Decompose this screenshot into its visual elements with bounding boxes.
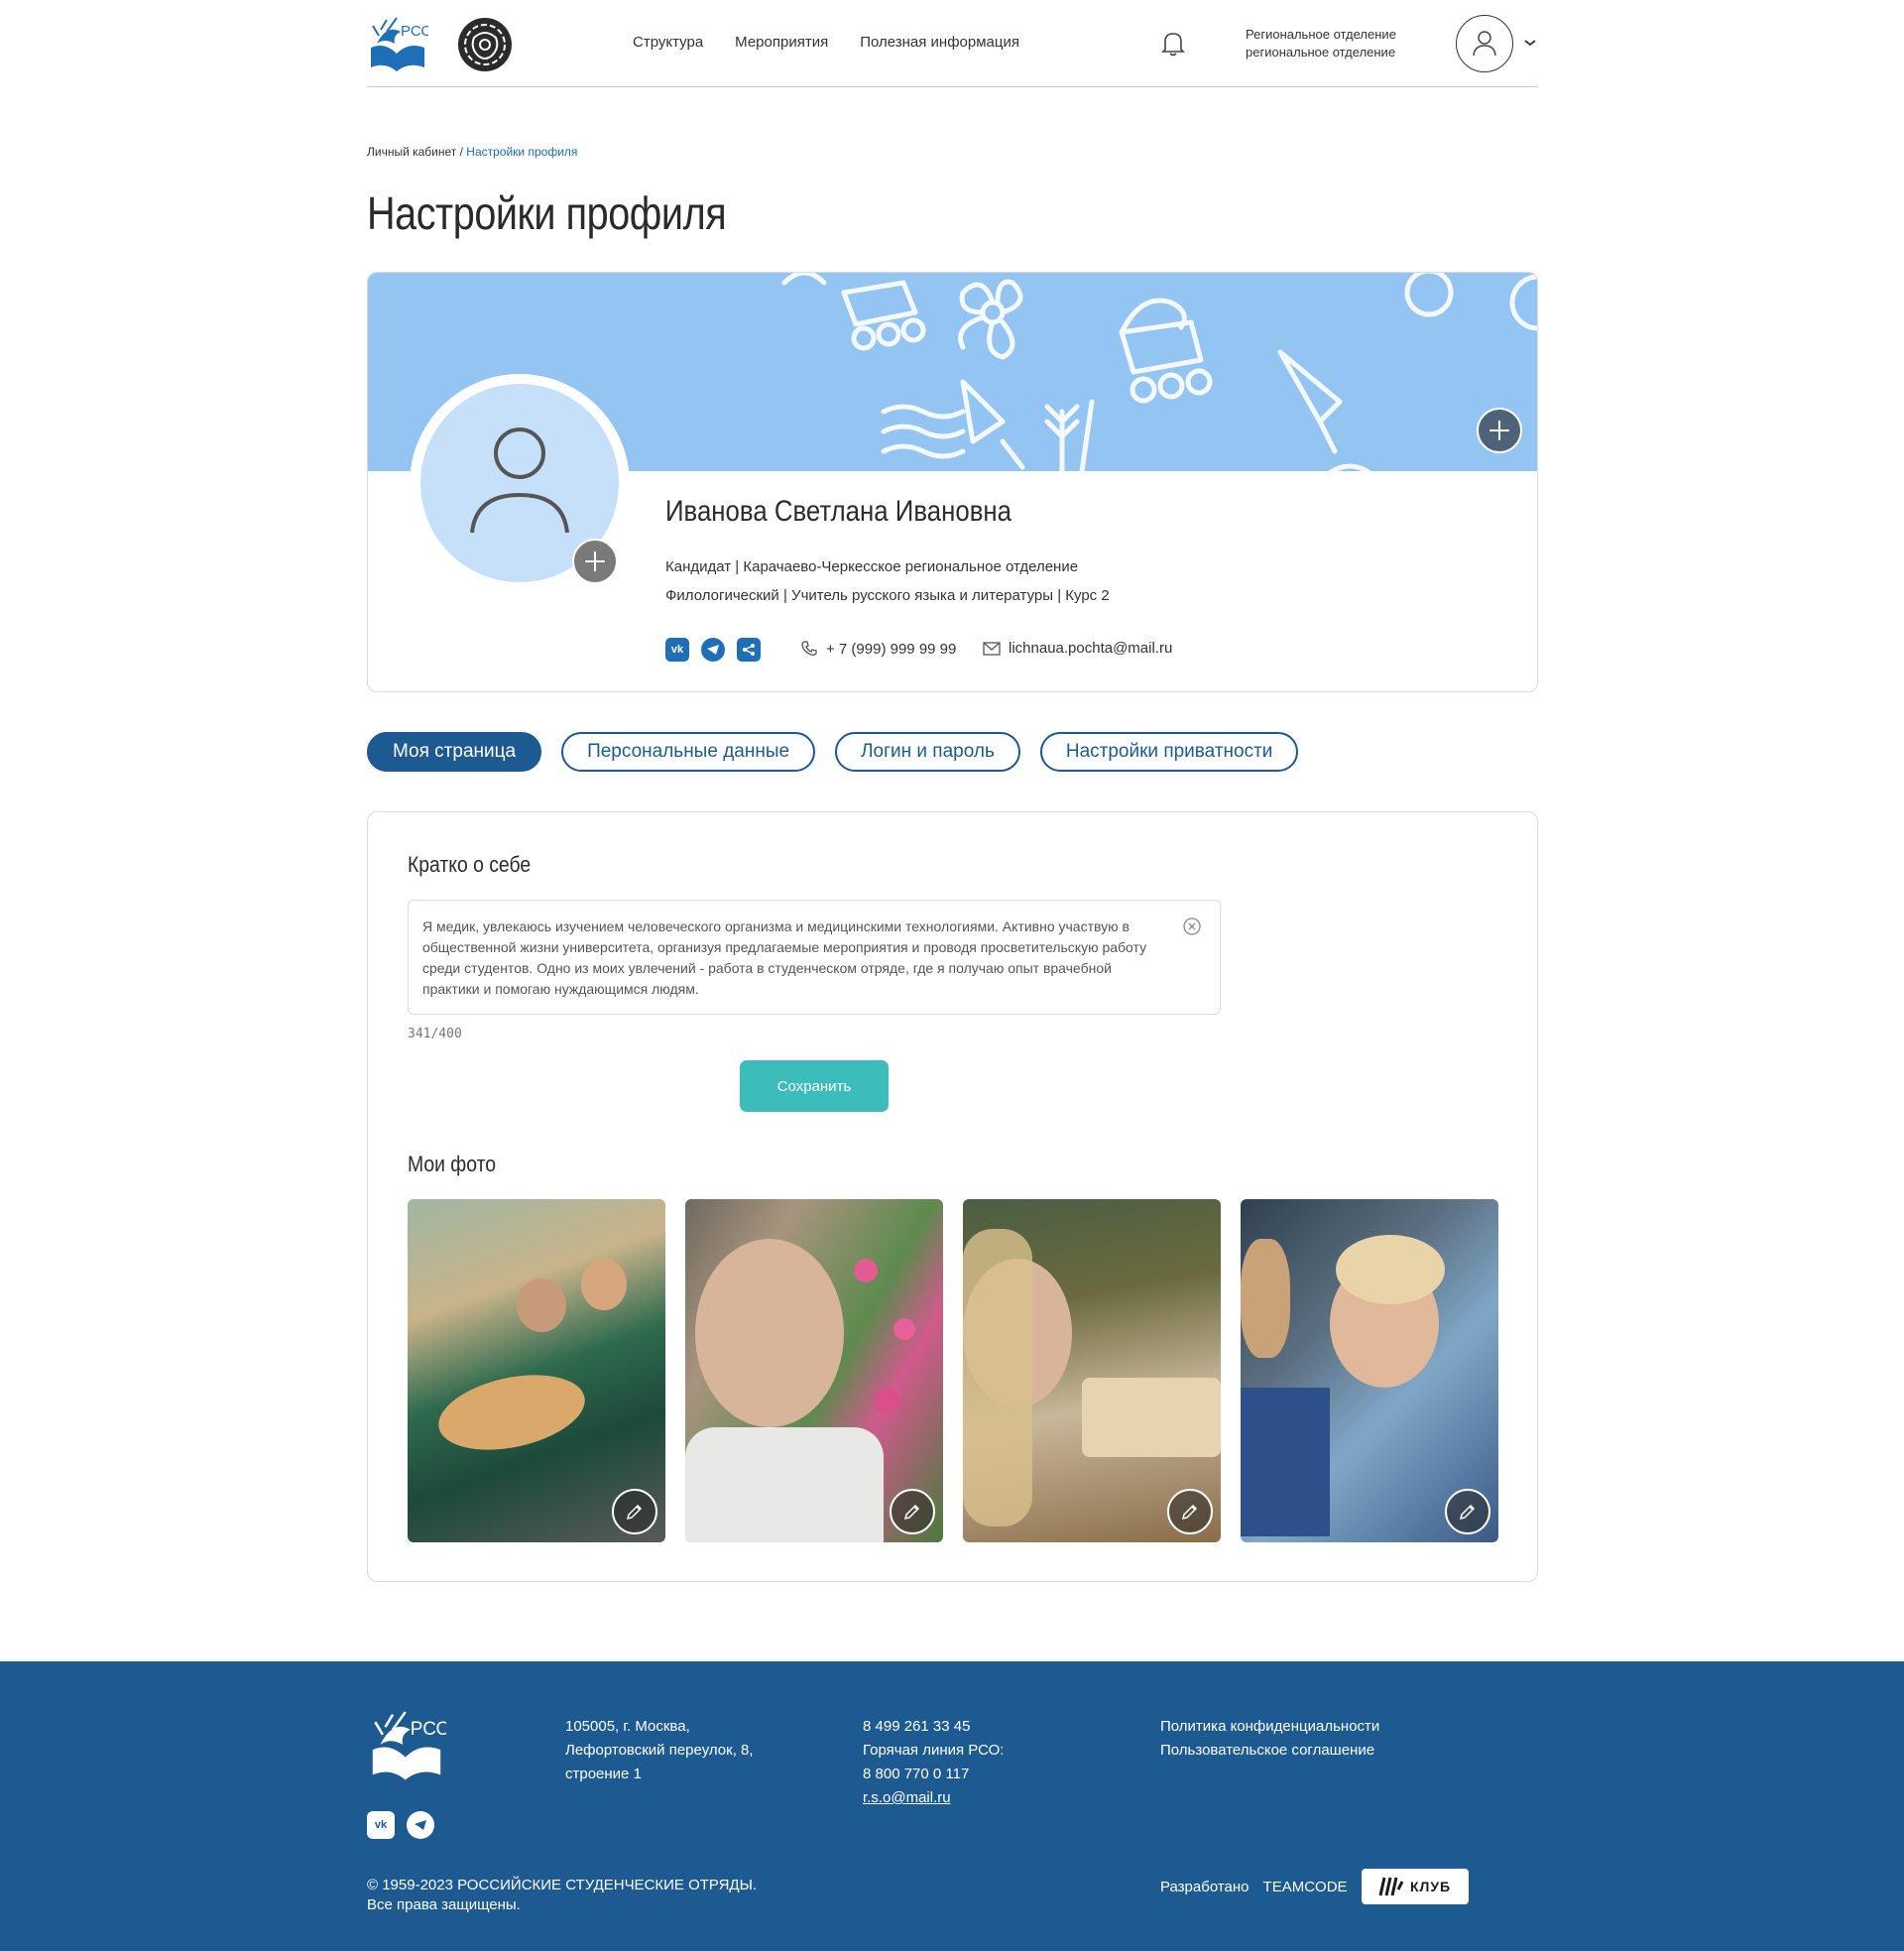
about-textarea[interactable]: Я медик, увлекаюсь изучением человеческо… [408,900,1221,1015]
pencil-icon [1181,1504,1198,1521]
pencil-icon [626,1504,643,1521]
char-counter: 341/400 [408,1027,462,1041]
footer-rso-logo[interactable]: РСО [367,1707,446,1782]
about-title: Кратко о себе [408,852,532,877]
telegram-icon[interactable] [407,1811,434,1839]
site-footer: РСО vk 105005, г. Москва, Лефортовский п… [0,1661,1904,1951]
club-label: КЛУБ [1409,1879,1452,1894]
edit-photo-button[interactable] [890,1489,935,1534]
copyright-line-2: Все права защищены. [367,1896,521,1913]
email-text: lichnaua.pochta@mail.ru [1009,640,1173,657]
badge-logo[interactable] [456,16,514,73]
nav-item-structure[interactable]: Структура [633,34,703,51]
dev-name[interactable]: TEAMCODE [1263,1879,1348,1895]
copyright: © 1959-2023 РОССИЙСКИЕ СТУДЕНЧЕСКИЕ ОТРЯ… [367,1876,757,1915]
footer-contacts: 8 499 261 33 45 Горячая линия РСО: 8 800… [863,1715,1004,1810]
copyright-line-1: © 1959-2023 РОССИЙСКИЕ СТУДЕНЧЕСКИЕ ОТРЯ… [367,1877,758,1893]
save-button[interactable]: Сохранить [740,1060,889,1112]
tab-my-page[interactable]: Моя страница [367,732,542,772]
privacy-policy-link[interactable]: Политика конфиденциальности [1160,1715,1379,1739]
edit-photo-button[interactable] [1167,1489,1213,1534]
edit-photo-button[interactable] [612,1489,657,1534]
pencil-icon [1459,1504,1476,1521]
region-line-2: региональное отделение [1246,45,1396,60]
change-cover-button[interactable] [1477,408,1522,453]
profile-email: lichnaua.pochta@mail.ru [983,640,1172,657]
mail-icon [983,641,1001,656]
photo-1[interactable] [408,1199,665,1542]
photos-title: Мои фото [408,1152,497,1176]
photo-3[interactable] [963,1199,1221,1542]
dev-label: Разработано [1160,1878,1250,1895]
nav-item-events[interactable]: Мероприятия [735,34,828,51]
telegram-icon[interactable] [701,638,725,662]
nav-item-useful-info[interactable]: Полезная информация [860,34,1019,51]
edit-photo-button[interactable] [1445,1489,1490,1534]
bell-icon[interactable] [1160,30,1186,58]
hotline-label: Горячая линия РСО: [863,1742,1005,1759]
profile-study-line: Филологический | Учитель русского языка … [665,587,1110,604]
tab-privacy-settings[interactable]: Настройки приватности [1039,732,1299,772]
footer-address: 105005, г. Москва, Лефортовский переулок… [565,1715,754,1786]
vk-icon[interactable]: vk [665,638,689,662]
user-icon [1473,31,1496,57]
about-text: Я медик, увлекаюсь изучением человеческо… [422,918,1147,997]
region-line-1: Региональное отделение [1246,27,1396,42]
profile-phone: + 7 (999) 999 99 99 [800,640,956,658]
tab-personal-data[interactable]: Персональные данные [561,732,816,772]
share-icon[interactable] [737,638,761,662]
rso-logo-text: РСО [401,23,428,40]
plus-icon [585,551,605,571]
chevron-down-icon[interactable] [1523,38,1537,48]
footer-socials: vk [367,1811,434,1839]
breadcrumb: Личный кабинет / Настройки профиля [367,145,577,159]
club-mark-icon [1378,1877,1404,1896]
address-line: строение 1 [565,1766,642,1782]
region-label: Региональное отделение региональное отде… [1246,26,1396,61]
change-avatar-button[interactable] [572,539,618,584]
site-header: РСО Структура Мероприятия Полезная инфор… [367,0,1538,87]
club-logo[interactable]: КЛУБ [1361,1869,1469,1904]
my-page-card: Кратко о себе Я медик, увлекаюсь изучени… [367,811,1538,1582]
footer-email-link[interactable]: r.s.o@mail.ru [863,1786,1004,1810]
footer-links: Политика конфиденциальности Пользователь… [1160,1715,1379,1763]
photo-4[interactable] [1241,1199,1498,1542]
profile-card: Иванова Светлана Ивановна Кандидат | Кар… [367,272,1538,692]
hotline-phone[interactable]: 8 800 770 0 117 [863,1763,1004,1786]
breadcrumb-current: Настройки профиля [466,145,578,159]
pencil-icon [903,1504,920,1521]
profile-tabs: Моя страница Персональные данные Логин и… [367,732,1299,772]
vk-icon[interactable]: vk [367,1811,395,1839]
breadcrumb-root[interactable]: Личный кабинет [367,145,456,159]
address-line: 105005, г. Москва, [565,1718,690,1735]
user-avatar-button[interactable] [1456,15,1513,72]
main-nav: Структура Мероприятия Полезная информаци… [633,34,1019,51]
clear-icon[interactable] [1182,916,1202,936]
user-agreement-link[interactable]: Пользовательское соглашение [1160,1739,1379,1763]
photo-gallery [408,1199,1498,1542]
address-line: Лефортовский переулок, 8, [565,1742,754,1759]
social-links: vk [665,638,761,662]
footer-logo-text: РСО [411,1719,446,1740]
phone-text: + 7 (999) 999 99 99 [826,640,957,658]
phone-icon [801,641,817,656]
developer-credit: Разработано TEAMCODE КЛУБ [1160,1869,1469,1904]
profile-status-line: Кандидат | Карачаево-Черкесское регионал… [665,558,1079,575]
photo-2[interactable] [685,1199,943,1542]
rso-logo[interactable]: РСО [367,14,428,73]
page-title: Настройки профиля [367,187,727,239]
breadcrumb-separator: / [456,145,467,159]
footer-phone[interactable]: 8 499 261 33 45 [863,1715,1004,1739]
tab-login-password[interactable]: Логин и пароль [835,732,1020,772]
plus-icon [1489,421,1509,440]
profile-name: Иванова Светлана Ивановна [665,495,1012,528]
